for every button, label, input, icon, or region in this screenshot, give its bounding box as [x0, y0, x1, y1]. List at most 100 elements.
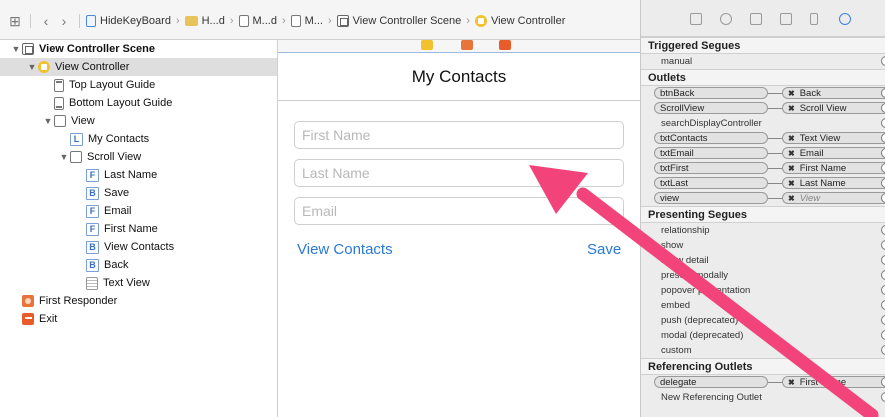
outlet-source-pill[interactable]: txtContacts: [654, 132, 768, 144]
connection-circle-icon[interactable]: [881, 56, 885, 66]
email-field[interactable]: Email: [294, 197, 624, 225]
outline-item[interactable]: F Last Name: [0, 166, 277, 184]
connection-circle-icon[interactable]: [881, 315, 885, 325]
connection-circle-icon[interactable]: [881, 255, 885, 265]
outline-item[interactable]: ▼ View Controller: [0, 58, 277, 76]
connection-circle-icon[interactable]: [881, 330, 885, 340]
connection-circle-icon[interactable]: [881, 240, 885, 250]
outline-item[interactable]: F First Name: [0, 220, 277, 238]
cropped-title-remnant: [0, 0, 640, 6]
connection-circle-icon[interactable]: [881, 133, 885, 143]
outline-item[interactable]: First Responder: [0, 292, 277, 310]
outlet-target-pill[interactable]: ✖ View: [782, 192, 885, 204]
file-inspector-icon[interactable]: [690, 13, 702, 25]
connection-circle-icon[interactable]: [881, 118, 885, 128]
breadcrumb-storyboard-base[interactable]: M...: [290, 15, 323, 27]
disconnect-icon[interactable]: ✖: [788, 194, 795, 203]
outline-item[interactable]: L My Contacts: [0, 130, 277, 148]
disclosure-triangle-icon[interactable]: ▼: [26, 62, 38, 72]
disconnect-icon[interactable]: ✖: [788, 179, 795, 188]
exit-icon: [22, 313, 34, 325]
disconnect-icon[interactable]: ✖: [788, 134, 795, 143]
connection-circle-icon[interactable]: [881, 225, 885, 235]
outline-item[interactable]: Exit: [0, 310, 277, 328]
back-arrow-icon[interactable]: ‹: [37, 13, 55, 29]
connection-circle-icon[interactable]: [881, 377, 885, 387]
first-name-field[interactable]: First Name: [294, 121, 624, 149]
connection-circle-icon[interactable]: [881, 178, 885, 188]
connections-inspector-icon[interactable]: [839, 13, 851, 25]
outline-item[interactable]: ▼ View Controller Scene: [0, 40, 277, 58]
disclosure-triangle-icon[interactable]: ▼: [10, 44, 22, 54]
connection-circle-icon[interactable]: [881, 285, 885, 295]
connection-circle-icon[interactable]: [881, 300, 885, 310]
forward-arrow-icon[interactable]: ›: [55, 13, 73, 29]
storyboard-file-icon: [290, 15, 301, 27]
button-icon: B: [86, 258, 99, 272]
chevron-right-icon: ›: [327, 15, 332, 27]
connection-circle-icon[interactable]: [881, 392, 885, 402]
document-outline: ▼ View Controller Scene ▼ View Controller To…: [0, 40, 278, 417]
connection-circle-icon[interactable]: [881, 270, 885, 280]
breadcrumb-view-controller[interactable]: View Controller: [474, 15, 565, 27]
disconnect-icon[interactable]: ✖: [788, 164, 795, 173]
outlet-source-pill[interactable]: view: [654, 192, 768, 204]
outlet-source-pill[interactable]: txtLast: [654, 177, 768, 189]
outlet-target-pill[interactable]: ✖ First Name: [782, 376, 885, 388]
outlet-target-pill[interactable]: ✖ Text View: [782, 132, 885, 144]
outline-item[interactable]: Top Layout Guide: [0, 76, 277, 94]
connection-circle-icon[interactable]: [881, 163, 885, 173]
outlet-source-pill[interactable]: ScrollView: [654, 102, 768, 114]
view-controller-icon[interactable]: [421, 40, 433, 50]
connection-circle-icon[interactable]: [881, 345, 885, 355]
disclosure-triangle-icon[interactable]: ▼: [58, 152, 70, 162]
attributes-inspector-icon[interactable]: [780, 13, 792, 25]
outlet-source-pill[interactable]: delegate: [654, 376, 768, 388]
last-name-field[interactable]: Last Name: [294, 159, 624, 187]
outlet-target-pill[interactable]: ✖ First Name: [782, 162, 885, 174]
outlet-source-pill[interactable]: btnBack: [654, 87, 768, 99]
outline-item[interactable]: Text View: [0, 274, 277, 292]
scene-icon: [22, 43, 34, 55]
button-icon: B: [86, 186, 99, 200]
connection-circle-icon[interactable]: [881, 148, 885, 158]
exit-icon[interactable]: [499, 40, 511, 50]
outlet-source-pill[interactable]: txtFirst: [654, 162, 768, 174]
section-outlets: Outlets: [641, 69, 885, 86]
outlet-target-pill[interactable]: ✖ Last Name: [782, 177, 885, 189]
save-button[interactable]: Save: [587, 241, 621, 258]
disconnect-icon[interactable]: ✖: [788, 378, 795, 387]
connection-circle-icon[interactable]: [881, 193, 885, 203]
outline-item[interactable]: ▼ Scroll View: [0, 148, 277, 166]
nav-title[interactable]: My Contacts: [412, 67, 506, 87]
disconnect-icon[interactable]: ✖: [788, 89, 795, 98]
breadcrumb-scene[interactable]: View Controller Scene: [336, 15, 461, 27]
disclosure-triangle-icon[interactable]: ▼: [42, 116, 54, 126]
outline-item[interactable]: ▼ View: [0, 112, 277, 130]
connection-circle-icon[interactable]: [881, 88, 885, 98]
identity-inspector-icon[interactable]: [750, 13, 762, 25]
breadcrumb-group[interactable]: H...d: [184, 15, 225, 27]
disconnect-icon[interactable]: ✖: [788, 104, 795, 113]
outline-item[interactable]: B Save: [0, 184, 277, 202]
outline-item[interactable]: B View Contacts: [0, 238, 277, 256]
connection-circle-icon[interactable]: [881, 103, 885, 113]
outlet-source-pill[interactable]: txtEmail: [654, 147, 768, 159]
quick-help-icon[interactable]: [720, 13, 732, 25]
outline-item[interactable]: Bottom Layout Guide: [0, 94, 277, 112]
segue-row: show detail: [661, 255, 709, 266]
outlet-target-pill[interactable]: ✖ Email: [782, 147, 885, 159]
view-contacts-button[interactable]: View Contacts: [297, 241, 393, 258]
connection-wire: [768, 153, 782, 154]
first-responder-icon[interactable]: [461, 40, 473, 50]
outlet-target-pill[interactable]: ✖ Back: [782, 87, 885, 99]
outline-item-label: View: [71, 115, 95, 127]
outlet-target-pill[interactable]: ✖ Scroll View: [782, 102, 885, 114]
outline-item[interactable]: B Back: [0, 256, 277, 274]
related-items-icon[interactable]: ⊞: [6, 13, 24, 30]
outline-item[interactable]: F Email: [0, 202, 277, 220]
size-inspector-icon[interactable]: [810, 13, 818, 25]
disconnect-icon[interactable]: ✖: [788, 149, 795, 158]
breadcrumb-project[interactable]: HideKeyBoard: [86, 15, 171, 27]
breadcrumb-storyboard[interactable]: M...d: [238, 15, 277, 27]
